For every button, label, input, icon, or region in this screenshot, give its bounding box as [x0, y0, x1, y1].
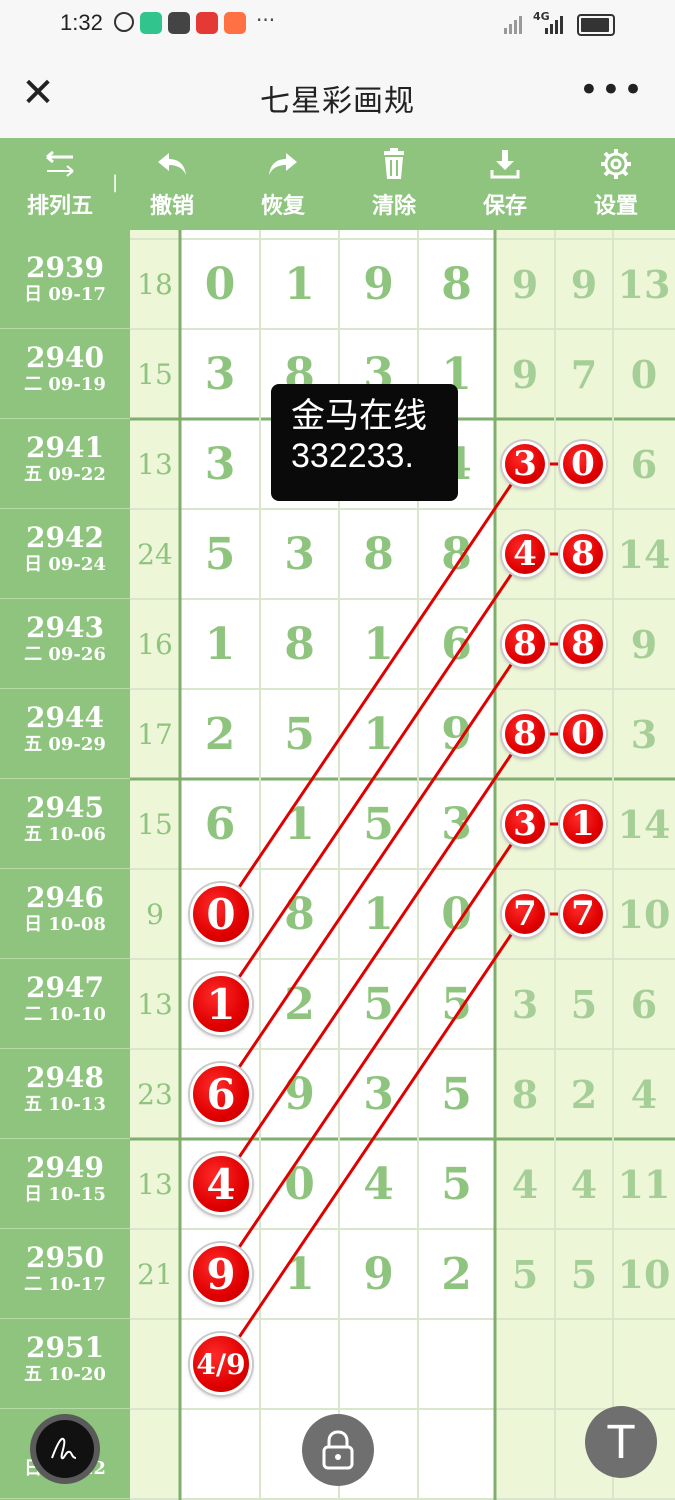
app-notification-icon: [140, 12, 162, 34]
signature-pen-button[interactable]: [30, 1414, 100, 1484]
switch-lottery-button[interactable]: 排列五: [15, 146, 105, 226]
redo-button[interactable]: 恢复: [238, 146, 328, 226]
wifi-signal-icon: [504, 14, 522, 34]
highlight-ball[interactable]: 9: [190, 1243, 252, 1305]
clear-label: 清除: [371, 194, 416, 219]
app-notification-icon: [168, 12, 190, 34]
cell-signal-icon: [545, 14, 563, 34]
highlight-ball[interactable]: 8: [560, 531, 606, 577]
scroll-top-icon: T: [606, 1415, 636, 1469]
swap-arrows-icon: [15, 146, 105, 182]
title-bar: ✕ 七星彩画规 •••: [0, 50, 675, 138]
settings-label: 设置: [593, 194, 638, 219]
app-notification-icon: [196, 12, 218, 34]
highlight-ball[interactable]: 7: [560, 891, 606, 937]
battery-icon: [577, 14, 615, 36]
tooltip-line-2: 332233.: [291, 437, 414, 475]
status-time: 1:32: [60, 10, 103, 35]
save-button[interactable]: 保存: [460, 146, 550, 226]
trend-line: [219, 463, 527, 915]
watermark-tooltip: 金马在线 332233.: [271, 384, 458, 501]
lock-icon: [322, 1430, 354, 1470]
highlight-ball[interactable]: 7: [502, 891, 548, 937]
highlight-ball[interactable]: 0: [190, 883, 252, 945]
trend-line: [219, 643, 527, 1095]
highlight-ball[interactable]: 8: [560, 621, 606, 667]
scroll-top-button[interactable]: T: [585, 1406, 657, 1478]
trend-line: [219, 733, 527, 1185]
highlight-ball[interactable]: 1: [190, 973, 252, 1035]
more-options-icon[interactable]: •••: [579, 70, 645, 110]
highlight-ball[interactable]: 4/9: [190, 1333, 252, 1395]
page-title: 七星彩画规: [260, 84, 415, 119]
lock-button[interactable]: [302, 1414, 374, 1486]
redo-label: 恢复: [260, 194, 305, 219]
highlight-ball[interactable]: 6: [190, 1063, 252, 1125]
trend-line: [219, 913, 527, 1365]
highlight-ball[interactable]: 4: [190, 1153, 252, 1215]
clear-button[interactable]: 清除: [349, 146, 439, 226]
toolbar: 排列五 | 撤销 恢复 清除 保存 设置: [0, 138, 675, 230]
tooltip-line-1: 金马在线: [291, 397, 427, 435]
highlight-ball[interactable]: 8: [502, 621, 548, 667]
highlight-ball[interactable]: 3: [502, 801, 548, 847]
undo-icon: [127, 146, 217, 182]
save-label: 保存: [482, 194, 527, 219]
redo-icon: [238, 146, 328, 182]
undo-label: 撤销: [149, 194, 194, 219]
settings-button[interactable]: 设置: [571, 146, 661, 226]
toolbar-divider: |: [112, 172, 119, 193]
status-bar: 1:32 ··· 4G: [0, 0, 675, 50]
trend-line: [219, 823, 527, 1275]
status-app-icons: [114, 12, 246, 34]
switch-lottery-label: 排列五: [26, 194, 93, 219]
signature-icon: [36, 1420, 94, 1478]
highlight-ball[interactable]: 8: [502, 711, 548, 757]
download-icon: [460, 146, 550, 182]
highlight-ball[interactable]: 4: [502, 531, 548, 577]
highlight-ball[interactable]: 1: [560, 801, 606, 847]
app-notification-icon: [224, 12, 246, 34]
status-more-dots: ···: [256, 8, 276, 32]
gear-icon: [571, 146, 661, 182]
highlight-ball[interactable]: 0: [560, 711, 606, 757]
highlight-ball[interactable]: 0: [560, 441, 606, 487]
trash-icon: [349, 146, 439, 182]
undo-button[interactable]: 撤销: [127, 146, 217, 226]
trend-line: [219, 553, 527, 1005]
highlight-ball[interactable]: 3: [502, 441, 548, 487]
app-notification-icon: [114, 12, 134, 32]
